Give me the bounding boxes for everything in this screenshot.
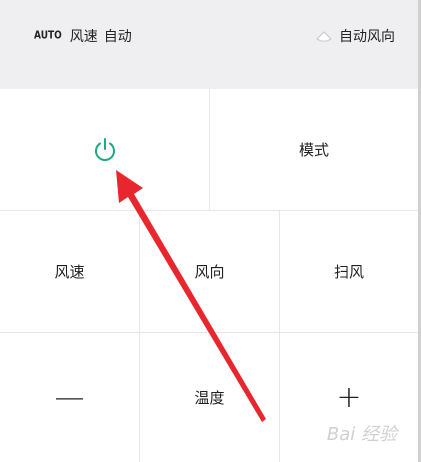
fan-direction-button[interactable]: 风向 [140,211,279,332]
fan-speed-button-label: 风速 [54,263,85,281]
status-header: AUTO 风速 自动 自动风向 [0,0,418,89]
plus-icon: + [336,380,362,415]
watermark: Bai 经验 [326,424,397,445]
swing-button-label: 扫风 [333,263,364,281]
swing-button[interactable]: 扫风 [280,211,418,332]
temperature-label-text: 温度 [194,389,225,407]
swing-direction-icon [316,31,332,42]
fan-direction-status: 自动风向 [315,26,395,46]
fan-speed-status-value: 自动 [103,29,132,45]
fan-speed-button[interactable]: 风速 [0,211,139,332]
fan-direction-button-label: 风向 [194,263,225,281]
fan-direction-status-label: 自动风向 [339,29,395,45]
mode-button[interactable]: 模式 [210,89,418,210]
temperature-decrease-button[interactable]: — [0,333,139,462]
power-button[interactable] [0,89,209,210]
air-conditioner-remote-screen: AUTO 风速 自动 自动风向 模式 风速 风向 扫风 — 温度 + Bai 经… [0,0,421,462]
fan-speed-status-label: 风速 [69,29,98,45]
power-icon [94,137,115,161]
auto-mode-tag: AUTO [34,30,62,42]
mode-button-label: 模式 [298,141,329,159]
minus-icon: — [54,380,85,415]
temperature-label: 温度 [140,333,279,462]
fan-speed-status: AUTO 风速 自动 [34,26,138,46]
